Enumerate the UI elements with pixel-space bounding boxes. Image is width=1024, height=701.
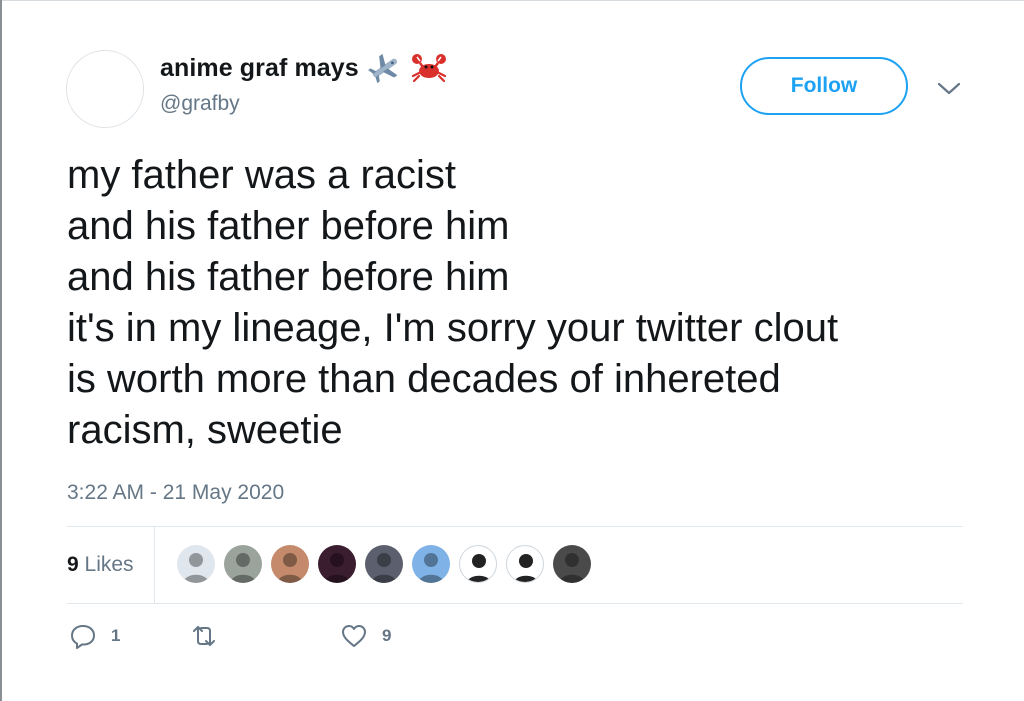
heart-icon	[342, 625, 366, 647]
like-action[interactable]: 9	[340, 622, 391, 650]
liker-avatar[interactable]	[271, 545, 309, 583]
tweet-card: anime graf mays @grafby Follow my father…	[0, 0, 1024, 701]
liker-avatars	[177, 545, 591, 583]
liker-avatar[interactable]	[318, 545, 356, 583]
user-handle[interactable]: @grafby	[160, 92, 240, 116]
liker-avatar[interactable]	[553, 545, 591, 583]
likes-row: 9 Likes	[67, 527, 963, 603]
reply-action[interactable]: 1	[69, 622, 173, 650]
reply-icon	[71, 625, 95, 649]
liker-avatar[interactable]	[412, 545, 450, 583]
liker-avatar[interactable]	[177, 545, 215, 583]
divider	[67, 603, 963, 604]
retweet-action[interactable]	[190, 622, 340, 650]
retweet-icon	[193, 626, 215, 646]
name-row: anime graf mays	[160, 52, 447, 84]
action-bar: 1 9	[69, 622, 391, 650]
likes-separator	[154, 527, 155, 603]
likes-label: Likes	[84, 553, 134, 576]
liker-avatar[interactable]	[459, 545, 497, 583]
airplane-icon	[367, 53, 398, 84]
liker-avatar[interactable]	[365, 545, 403, 583]
liker-avatar[interactable]	[506, 545, 544, 583]
avatar[interactable]	[66, 50, 144, 128]
like-count: 9	[382, 626, 392, 645]
tweet-text: my father was a racist and his father be…	[67, 153, 839, 452]
top-border	[2, 0, 1024, 1]
likes-count[interactable]: 9 Likes	[67, 553, 134, 577]
chevron-down-icon[interactable]	[936, 80, 962, 98]
crab-icon	[411, 54, 446, 83]
liker-avatar[interactable]	[224, 545, 262, 583]
tweet-timestamp[interactable]: 3:22 AM - 21 May 2020	[67, 481, 284, 505]
display-name[interactable]: anime graf mays	[160, 54, 359, 83]
reply-count: 1	[111, 626, 121, 645]
follow-button[interactable]: Follow	[740, 57, 908, 115]
likes-count-number: 9	[67, 553, 79, 576]
